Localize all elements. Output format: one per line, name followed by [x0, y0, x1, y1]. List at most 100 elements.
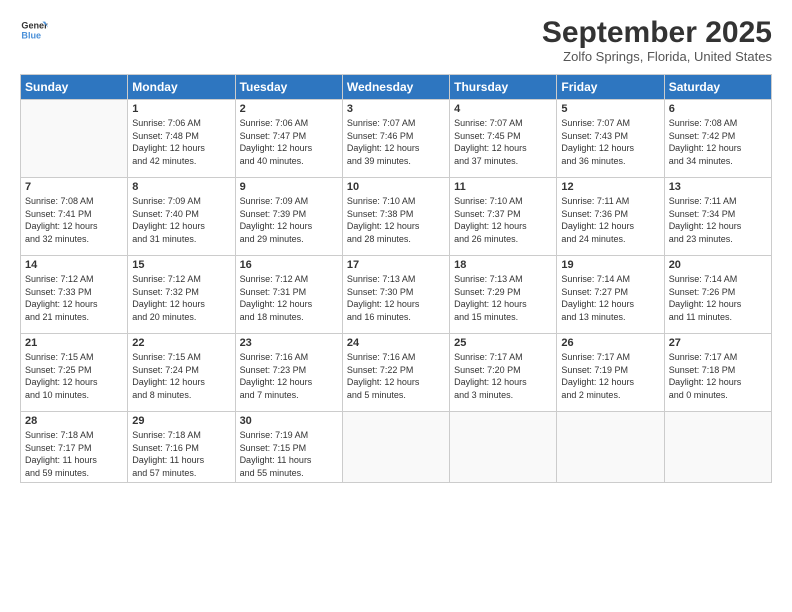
day-number: 24	[347, 337, 445, 349]
table-cell: 16 Sunrise: 7:12 AMSunset: 7:31 PMDayligh…	[235, 256, 342, 334]
day-info: Sunrise: 7:19 AMSunset: 7:15 PMDaylight:…	[240, 429, 338, 479]
day-number: 2	[240, 103, 338, 115]
table-cell: 26 Sunrise: 7:17 AMSunset: 7:19 PMDayligh…	[557, 334, 664, 412]
day-info: Sunrise: 7:10 AMSunset: 7:37 PMDaylight:…	[454, 195, 552, 245]
day-info: Sunrise: 7:11 AMSunset: 7:36 PMDaylight:…	[561, 195, 659, 245]
day-info: Sunrise: 7:12 AMSunset: 7:31 PMDaylight:…	[240, 273, 338, 323]
day-number: 17	[347, 259, 445, 271]
day-info: Sunrise: 7:12 AMSunset: 7:32 PMDaylight:…	[132, 273, 230, 323]
day-info: Sunrise: 7:08 AMSunset: 7:42 PMDaylight:…	[669, 117, 767, 167]
day-number: 14	[25, 259, 123, 271]
day-info: Sunrise: 7:11 AMSunset: 7:34 PMDaylight:…	[669, 195, 767, 245]
day-info: Sunrise: 7:18 AMSunset: 7:17 PMDaylight:…	[25, 429, 123, 479]
day-info: Sunrise: 7:13 AMSunset: 7:30 PMDaylight:…	[347, 273, 445, 323]
table-cell: 2Sunrise: 7:06 AMSunset: 7:47 PMDaylight…	[235, 100, 342, 178]
day-number: 13	[669, 181, 767, 193]
table-cell: 1 Sunrise: 7:06 AMSunset: 7:48 PMDaylight…	[128, 100, 235, 178]
week-row-2: 7 Sunrise: 7:08 AMSunset: 7:41 PMDaylight…	[21, 178, 772, 256]
table-cell: 22 Sunrise: 7:15 AMSunset: 7:24 PMDayligh…	[128, 334, 235, 412]
week-row-1: 1 Sunrise: 7:06 AMSunset: 7:48 PMDaylight…	[21, 100, 772, 178]
table-cell: 30 Sunrise: 7:19 AMSunset: 7:15 PMDayligh…	[235, 412, 342, 483]
page: General Blue September 2025 Zolfo Spring…	[0, 0, 792, 612]
col-tuesday: Tuesday	[235, 75, 342, 100]
day-number: 19	[561, 259, 659, 271]
day-info: Sunrise: 7:16 AMSunset: 7:22 PMDaylight:…	[347, 351, 445, 401]
day-number: 9	[240, 181, 338, 193]
table-cell: 8Sunrise: 7:09 AMSunset: 7:40 PMDaylight…	[128, 178, 235, 256]
logo: General Blue	[20, 16, 48, 44]
table-cell: 11 Sunrise: 7:10 AMSunset: 7:37 PMDayligh…	[450, 178, 557, 256]
day-number: 30	[240, 415, 338, 427]
day-number: 6	[669, 103, 767, 115]
table-cell: 10 Sunrise: 7:10 AMSunset: 7:38 PMDayligh…	[342, 178, 449, 256]
day-number: 20	[669, 259, 767, 271]
day-info: Sunrise: 7:09 AMSunset: 7:40 PMDaylight:…	[132, 195, 230, 245]
day-number: 28	[25, 415, 123, 427]
day-info: Sunrise: 7:17 AMSunset: 7:18 PMDaylight:…	[669, 351, 767, 401]
day-info: Sunrise: 7:12 AMSunset: 7:33 PMDaylight:…	[25, 273, 123, 323]
table-cell: 15 Sunrise: 7:12 AMSunset: 7:32 PMDayligh…	[128, 256, 235, 334]
day-info: Sunrise: 7:08 AMSunset: 7:41 PMDaylight:…	[25, 195, 123, 245]
col-monday: Monday	[128, 75, 235, 100]
col-wednesday: Wednesday	[342, 75, 449, 100]
page-subtitle: Zolfo Springs, Florida, United States	[542, 49, 772, 64]
day-info: Sunrise: 7:14 AMSunset: 7:26 PMDaylight:…	[669, 273, 767, 323]
table-cell: 17 Sunrise: 7:13 AMSunset: 7:30 PMDayligh…	[342, 256, 449, 334]
day-number: 5	[561, 103, 659, 115]
day-number: 10	[347, 181, 445, 193]
day-info: Sunrise: 7:15 AMSunset: 7:24 PMDaylight:…	[132, 351, 230, 401]
table-cell	[450, 412, 557, 483]
day-info: Sunrise: 7:15 AMSunset: 7:25 PMDaylight:…	[25, 351, 123, 401]
day-number: 18	[454, 259, 552, 271]
table-cell	[664, 412, 771, 483]
day-number: 22	[132, 337, 230, 349]
table-cell: 23Sunrise: 7:16 AMSunset: 7:23 PMDayligh…	[235, 334, 342, 412]
table-cell: 27Sunrise: 7:17 AMSunset: 7:18 PMDayligh…	[664, 334, 771, 412]
table-cell: 4 Sunrise: 7:07 AMSunset: 7:45 PMDaylight…	[450, 100, 557, 178]
table-cell: 12Sunrise: 7:11 AMSunset: 7:36 PMDayligh…	[557, 178, 664, 256]
day-info: Sunrise: 7:07 AMSunset: 7:45 PMDaylight:…	[454, 117, 552, 167]
day-info: Sunrise: 7:14 AMSunset: 7:27 PMDaylight:…	[561, 273, 659, 323]
table-cell: 28 Sunrise: 7:18 AMSunset: 7:17 PMDayligh…	[21, 412, 128, 483]
table-cell: 7 Sunrise: 7:08 AMSunset: 7:41 PMDaylight…	[21, 178, 128, 256]
header: General Blue September 2025 Zolfo Spring…	[20, 16, 772, 64]
day-number: 11	[454, 181, 552, 193]
table-cell: 29Sunrise: 7:18 AMSunset: 7:16 PMDayligh…	[128, 412, 235, 483]
day-info: Sunrise: 7:10 AMSunset: 7:38 PMDaylight:…	[347, 195, 445, 245]
table-cell: 14 Sunrise: 7:12 AMSunset: 7:33 PMDayligh…	[21, 256, 128, 334]
day-number: 16	[240, 259, 338, 271]
table-cell: 20 Sunrise: 7:14 AMSunset: 7:26 PMDayligh…	[664, 256, 771, 334]
day-number: 3	[347, 103, 445, 115]
day-info: Sunrise: 7:09 AMSunset: 7:39 PMDaylight:…	[240, 195, 338, 245]
col-saturday: Saturday	[664, 75, 771, 100]
table-cell: 6 Sunrise: 7:08 AMSunset: 7:42 PMDaylight…	[664, 100, 771, 178]
svg-text:Blue: Blue	[21, 30, 41, 40]
table-cell: 19 Sunrise: 7:14 AMSunset: 7:27 PMDayligh…	[557, 256, 664, 334]
day-number: 29	[132, 415, 230, 427]
week-row-5: 28 Sunrise: 7:18 AMSunset: 7:17 PMDayligh…	[21, 412, 772, 483]
day-info: Sunrise: 7:06 AMSunset: 7:48 PMDaylight:…	[132, 117, 230, 167]
table-cell	[342, 412, 449, 483]
calendar-table: Sunday Monday Tuesday Wednesday Thursday…	[20, 74, 772, 483]
table-cell	[557, 412, 664, 483]
col-sunday: Sunday	[21, 75, 128, 100]
title-block: September 2025 Zolfo Springs, Florida, U…	[542, 16, 772, 64]
table-cell: 25 Sunrise: 7:17 AMSunset: 7:20 PMDayligh…	[450, 334, 557, 412]
day-number: 1	[132, 103, 230, 115]
week-row-3: 14 Sunrise: 7:12 AMSunset: 7:33 PMDayligh…	[21, 256, 772, 334]
day-number: 4	[454, 103, 552, 115]
day-info: Sunrise: 7:16 AMSunset: 7:23 PMDaylight:…	[240, 351, 338, 401]
day-number: 15	[132, 259, 230, 271]
day-info: Sunrise: 7:17 AMSunset: 7:20 PMDaylight:…	[454, 351, 552, 401]
page-title: September 2025	[542, 16, 772, 49]
day-number: 26	[561, 337, 659, 349]
day-info: Sunrise: 7:17 AMSunset: 7:19 PMDaylight:…	[561, 351, 659, 401]
day-number: 21	[25, 337, 123, 349]
day-number: 25	[454, 337, 552, 349]
day-info: Sunrise: 7:07 AMSunset: 7:43 PMDaylight:…	[561, 117, 659, 167]
day-number: 7	[25, 181, 123, 193]
table-cell: 13 Sunrise: 7:11 AMSunset: 7:34 PMDayligh…	[664, 178, 771, 256]
table-cell: 18Sunrise: 7:13 AMSunset: 7:29 PMDayligh…	[450, 256, 557, 334]
table-cell: 5 Sunrise: 7:07 AMSunset: 7:43 PMDaylight…	[557, 100, 664, 178]
table-cell: 3Sunrise: 7:07 AMSunset: 7:46 PMDaylight…	[342, 100, 449, 178]
